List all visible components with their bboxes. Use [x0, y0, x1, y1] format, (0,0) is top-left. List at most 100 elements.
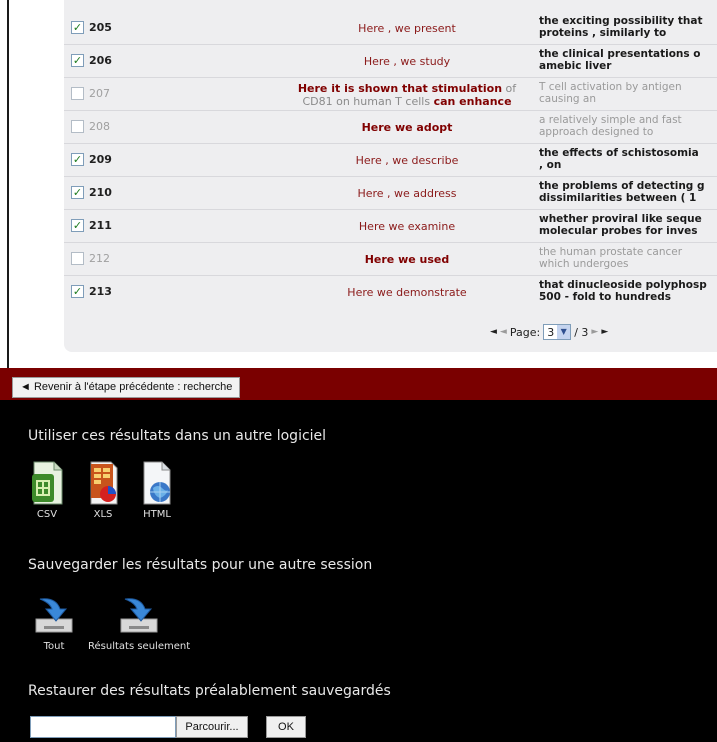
row-phrase-link[interactable]: Here , we address	[280, 177, 534, 210]
next-page-icon[interactable]: ►	[591, 327, 598, 337]
page-select[interactable]: 3 ▼	[543, 324, 572, 340]
context-line: proteins , similarly to	[539, 27, 667, 39]
page-label: Page:	[509, 325, 541, 339]
table-row: ✓ 210 Here , we address the problems of …	[64, 177, 717, 210]
row-number: 208	[89, 120, 110, 133]
row-checkbox[interactable]: ✓	[71, 54, 84, 67]
export-xls-button[interactable]: XLS	[86, 460, 120, 520]
save-results-only-button[interactable]: Résultats seulement	[88, 595, 190, 652]
row-context: the human prostate cancer which undergoes	[539, 246, 717, 270]
table-row: ✓ 211 Here we examine whether proviral l…	[64, 210, 717, 243]
phrase-dim: CD81 on human T cells	[302, 94, 434, 108]
context-line: approach designed to	[539, 126, 654, 138]
save-all-label: Tout	[43, 641, 65, 652]
row-phrase-link[interactable]: Here , we describe	[280, 144, 534, 177]
back-to-search-button[interactable]: ◄ Revenir à l'étape précédente : recherc…	[12, 377, 241, 398]
phrase-dim: of	[502, 81, 517, 95]
context-line: dissimilarities between ( 1	[539, 192, 697, 204]
row-number: 207	[89, 87, 110, 100]
row-phrase-link[interactable]: Here we adopt	[280, 111, 534, 144]
context-line: the human prostate cancer	[539, 246, 683, 258]
context-line: molecular probes for inves	[539, 225, 698, 237]
row-checkbox[interactable]: ✓	[71, 153, 84, 166]
back-button-label: Revenir à l'étape précédente : recherche	[33, 381, 233, 393]
row-number: 210	[89, 186, 112, 199]
row-phrase-link[interactable]: Here , we study	[280, 45, 534, 78]
first-page-icon[interactable]: ◄	[490, 327, 497, 337]
table-row: ✓ 213 Here we demonstrate that dinucleos…	[64, 276, 717, 309]
context-line: the clinical presentations o	[539, 48, 701, 60]
context-line: the exciting possibility that	[539, 15, 703, 27]
row-number: 209	[89, 153, 112, 166]
row-context: T cell activation by antigen causing an	[539, 81, 717, 105]
row-phrase-link[interactable]: Here we demonstrate	[280, 276, 534, 309]
export-csv-button[interactable]: CSV	[30, 460, 64, 520]
phrase-text: Here it is shown that stimulation of CD81…	[298, 82, 516, 108]
xls-icon	[90, 461, 118, 505]
phrase-bold: can enhance	[433, 94, 512, 108]
table-row: 207 Here it is shown that stimulation of…	[64, 78, 717, 111]
context-line: whether proviral like seque	[539, 213, 702, 225]
context-line: T cell activation by antigen	[539, 81, 682, 93]
page-total: / 3	[574, 325, 589, 339]
row-checkbox[interactable]: ✓	[71, 21, 84, 34]
download-icon	[120, 598, 158, 633]
row-checkbox[interactable]	[71, 120, 84, 133]
table-row: ✓ 206 Here , we study the clinical prese…	[64, 45, 717, 78]
context-line: a relatively simple and fast	[539, 114, 682, 126]
table-row: ✓ 205 Here , we present the exciting pos…	[64, 12, 717, 45]
row-number: 211	[89, 219, 112, 232]
context-line: the problems of detecting g	[539, 180, 705, 192]
results-table-area: ✓ 205 Here , we present the exciting pos…	[0, 0, 717, 368]
row-number: 212	[89, 252, 110, 265]
last-page-icon[interactable]: ►	[601, 327, 608, 337]
save-results-only-label: Résultats seulement	[88, 641, 191, 652]
row-checkbox[interactable]: ✓	[71, 219, 84, 232]
restore-section-title: Restaurer des résultats préalablement sa…	[28, 683, 391, 699]
table-row: ✓ 209 Here , we describe the effects of …	[64, 144, 717, 177]
csv-label: CSV	[36, 509, 58, 520]
xls-label: XLS	[93, 509, 113, 520]
back-arrow-icon: ◄	[20, 381, 31, 393]
pagination: ◄ ◄ Page: 3 ▼ / 3 ► ►	[64, 316, 717, 346]
chevron-down-icon[interactable]: ▼	[557, 325, 571, 339]
csv-icon	[32, 461, 63, 505]
row-number: 206	[89, 54, 112, 67]
table-row: 208 Here we adopt a relatively simple an…	[64, 111, 717, 144]
download-icon	[35, 598, 73, 633]
row-number: 205	[89, 21, 112, 34]
page-select-value: 3	[547, 325, 555, 339]
row-checkbox[interactable]	[71, 87, 84, 100]
context-line: amebic liver	[539, 60, 612, 72]
restore-file-field[interactable]	[30, 716, 176, 738]
context-line: the effects of schistosomia	[539, 147, 699, 159]
prev-page-icon[interactable]: ◄	[500, 327, 507, 337]
row-checkbox[interactable]: ✓	[71, 186, 84, 199]
save-all-button[interactable]: Tout	[34, 595, 74, 652]
row-context: the exciting possibility that proteins , …	[539, 15, 717, 39]
row-context: that dinucleoside polyphosp 500 - fold to…	[539, 279, 717, 303]
row-context: the clinical presentations o amebic liver	[539, 48, 717, 72]
table-row: 212 Here we used the human prostate canc…	[64, 243, 717, 276]
context-line: causing an	[539, 93, 596, 105]
row-checkbox[interactable]	[71, 252, 84, 265]
row-phrase-link[interactable]: Here , we present	[280, 12, 534, 45]
browse-button[interactable]: Parcourir...	[176, 716, 248, 738]
row-context: whether proviral like seque molecular pro…	[539, 213, 717, 237]
row-number: 213	[89, 285, 112, 298]
export-html-button[interactable]: HTML	[140, 460, 174, 520]
row-checkbox[interactable]: ✓	[71, 285, 84, 298]
export-section-title: Utiliser ces résultats dans un autre log…	[28, 428, 327, 444]
ok-button[interactable]: OK	[266, 716, 306, 738]
html-label: HTML	[143, 509, 171, 520]
save-section-title: Sauvegarder les résultats pour une autre…	[28, 557, 373, 573]
context-line: , on	[539, 159, 562, 171]
row-phrase-link[interactable]: Here we used	[280, 243, 534, 276]
row-context: the effects of schistosomia, on	[539, 147, 717, 171]
context-line: which undergoes	[539, 258, 629, 270]
left-rule-divider	[7, 0, 9, 368]
phrase-bold: Here it is shown that stimulation	[297, 81, 503, 95]
row-phrase-link[interactable]: Here we examine	[280, 210, 534, 243]
row-phrase-link[interactable]: Here it is shown that stimulation of CD81…	[280, 78, 534, 111]
html-icon	[143, 461, 171, 505]
